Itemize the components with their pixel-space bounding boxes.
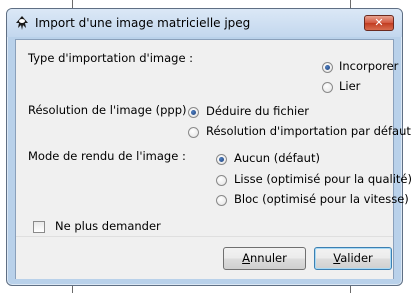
render-mode-label: Mode de rendu de l'image :: [28, 149, 186, 163]
import-dialog: Import d'une image matricielle jpeg ✕ Ty…: [6, 8, 412, 286]
dont-ask-checkbox[interactable]: [33, 221, 45, 233]
radio-bloc[interactable]: [216, 195, 227, 206]
radio-aucun-label[interactable]: Aucun (défaut): [234, 151, 320, 165]
import-type-label: Type d'importation d'image :: [28, 51, 194, 65]
window-title: Import d'une image matricielle jpeg: [35, 16, 251, 30]
dialog-content: Type d'importation d'image : Incorporer …: [15, 39, 412, 279]
radio-bloc-label[interactable]: Bloc (optimisé pour la vitesse): [234, 192, 409, 206]
resolution-label: Résolution de l'image (ppp) :: [28, 103, 195, 117]
radio-incorporer-label[interactable]: Incorporer: [339, 59, 398, 73]
close-icon: ✕: [374, 16, 384, 29]
radio-lisse[interactable]: [216, 175, 227, 186]
radio-incorporer[interactable]: [322, 62, 333, 73]
button-bar: Annuler Valider: [16, 236, 393, 279]
cancel-button-label: Annuler: [242, 251, 287, 265]
radio-resolution-defaut-label[interactable]: Résolution d'importation par défaut: [206, 124, 411, 138]
radio-deduire[interactable]: [188, 107, 199, 118]
ok-button-label: Valider: [333, 251, 373, 265]
radio-deduire-label[interactable]: Déduire du fichier: [206, 104, 309, 118]
close-button[interactable]: ✕: [364, 15, 394, 31]
title-bar[interactable]: Import d'une image matricielle jpeg ✕: [7, 9, 402, 37]
inkscape-icon: [16, 16, 28, 30]
radio-lier-label[interactable]: Lier: [339, 79, 360, 93]
cancel-button[interactable]: Annuler: [223, 247, 306, 270]
radio-resolution-defaut[interactable]: [188, 127, 199, 138]
ok-button[interactable]: Valider: [314, 247, 392, 270]
radio-aucun[interactable]: [216, 154, 227, 165]
dont-ask-label[interactable]: Ne plus demander: [55, 219, 161, 233]
radio-lisse-label[interactable]: Lisse (optimisé pour la qualité): [234, 172, 412, 186]
radio-lier[interactable]: [322, 82, 333, 93]
